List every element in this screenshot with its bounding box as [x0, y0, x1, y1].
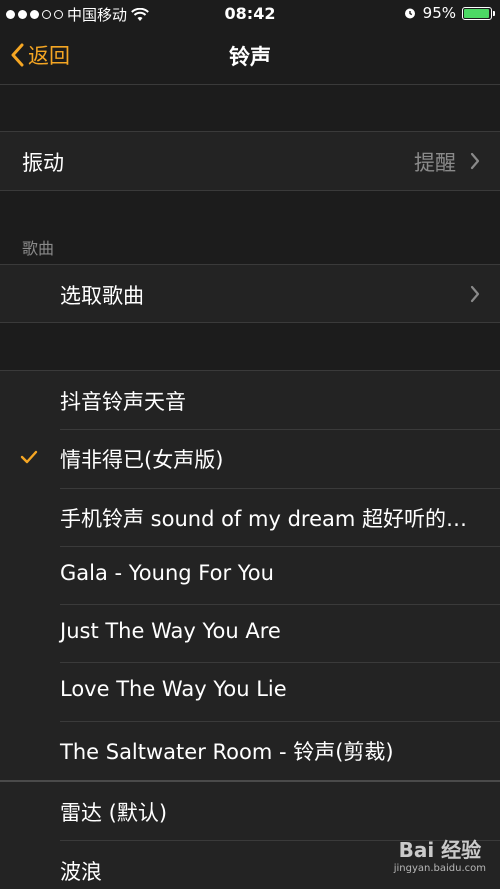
ringtone-label: The Saltwater Room - 铃声(剪裁)	[60, 740, 394, 764]
vibration-row[interactable]: 振动 提醒	[0, 132, 500, 190]
divider	[0, 190, 500, 191]
ringtone-row[interactable]: Love The Way You Lie	[0, 663, 500, 721]
ringtone-list: 抖音铃声天音 情非得已(女声版) 手机铃声 sound of my dream …	[0, 371, 500, 780]
ringtone-row-selected[interactable]: 情非得已(女声版)	[0, 430, 500, 488]
system-tone-row[interactable]: 雷达 (默认)	[0, 782, 500, 840]
watermark-logo: Bai 经验	[398, 838, 482, 862]
ringtone-label: Gala - Young For You	[60, 561, 274, 585]
checkmark-icon	[20, 450, 38, 464]
vibration-label: 振动	[22, 151, 64, 175]
ringtone-row[interactable]: 抖音铃声天音	[0, 371, 500, 429]
page-title: 铃声	[229, 45, 271, 69]
battery-percent: 95%	[422, 4, 456, 22]
battery-info: 95%	[403, 4, 495, 22]
ringtone-row[interactable]: Just The Way You Are	[0, 605, 500, 663]
baidu-watermark: Bai 经验 jingyan.baidu.com	[394, 834, 486, 874]
ringtone-row[interactable]: 手机铃声 sound of my dream 超好听的…	[0, 489, 500, 547]
pick-song-label: 选取歌曲	[60, 284, 144, 308]
ringtone-label: 情非得已(女声版)	[60, 448, 224, 472]
alarm-clock-icon	[404, 8, 415, 19]
system-tone-label: 波浪	[60, 860, 102, 884]
chevron-right-icon	[470, 285, 480, 303]
watermark-url: jingyan.baidu.com	[393, 863, 486, 874]
ringtone-label: 手机铃声 sound of my dream 超好听的…	[60, 507, 467, 531]
battery-icon	[462, 6, 495, 20]
system-tone-label: 雷达 (默认)	[60, 801, 168, 825]
vibration-value: 提醒	[414, 151, 456, 175]
ringtone-label: 抖音铃声天音	[60, 390, 186, 414]
status-bar: 中国移动 08:42 95%	[0, 0, 500, 28]
ringtone-label: Just The Way You Are	[60, 619, 281, 643]
ringtone-row[interactable]: The Saltwater Room - 铃声(剪裁)	[0, 722, 500, 780]
ringtone-label: Love The Way You Lie	[60, 677, 287, 701]
chevron-right-icon	[470, 152, 480, 170]
pick-song-row[interactable]: 选取歌曲	[0, 265, 500, 322]
navigation-bar: 返回 铃声	[0, 28, 500, 85]
section-header-songs: 歌曲	[22, 239, 55, 258]
ringtone-row[interactable]: Gala - Young For You	[0, 547, 500, 605]
divider	[0, 322, 500, 323]
